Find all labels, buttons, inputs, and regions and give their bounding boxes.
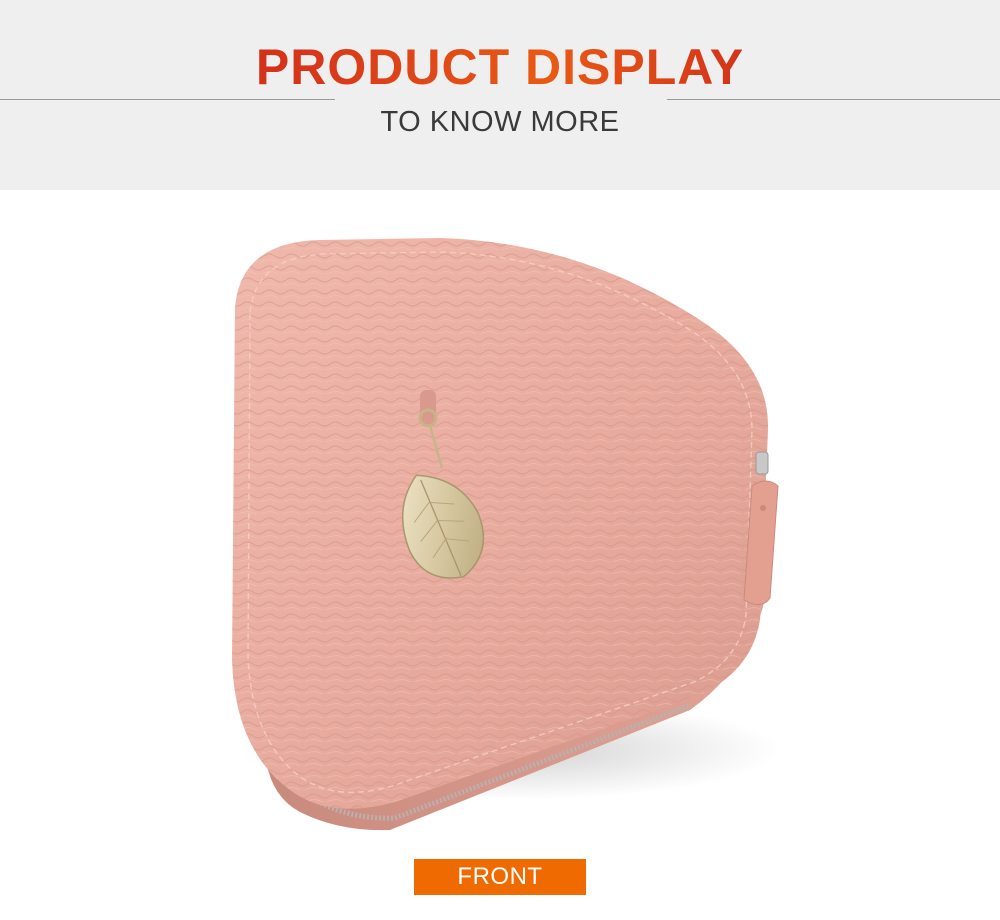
divider-right: [667, 99, 1000, 100]
header-banner: PRODUCT DISPLAY TO KNOW MORE: [0, 0, 1000, 190]
page-title: PRODUCT DISPLAY: [0, 38, 1000, 96]
divider-left: [0, 99, 335, 100]
product-display-page: PRODUCT DISPLAY TO KNOW MORE FRONT: [0, 0, 1000, 920]
product-photo: [232, 238, 780, 831]
charm-tab: [420, 390, 436, 426]
front-view-label: FRONT: [414, 859, 586, 895]
page-subtitle: TO KNOW MORE: [380, 106, 620, 138]
